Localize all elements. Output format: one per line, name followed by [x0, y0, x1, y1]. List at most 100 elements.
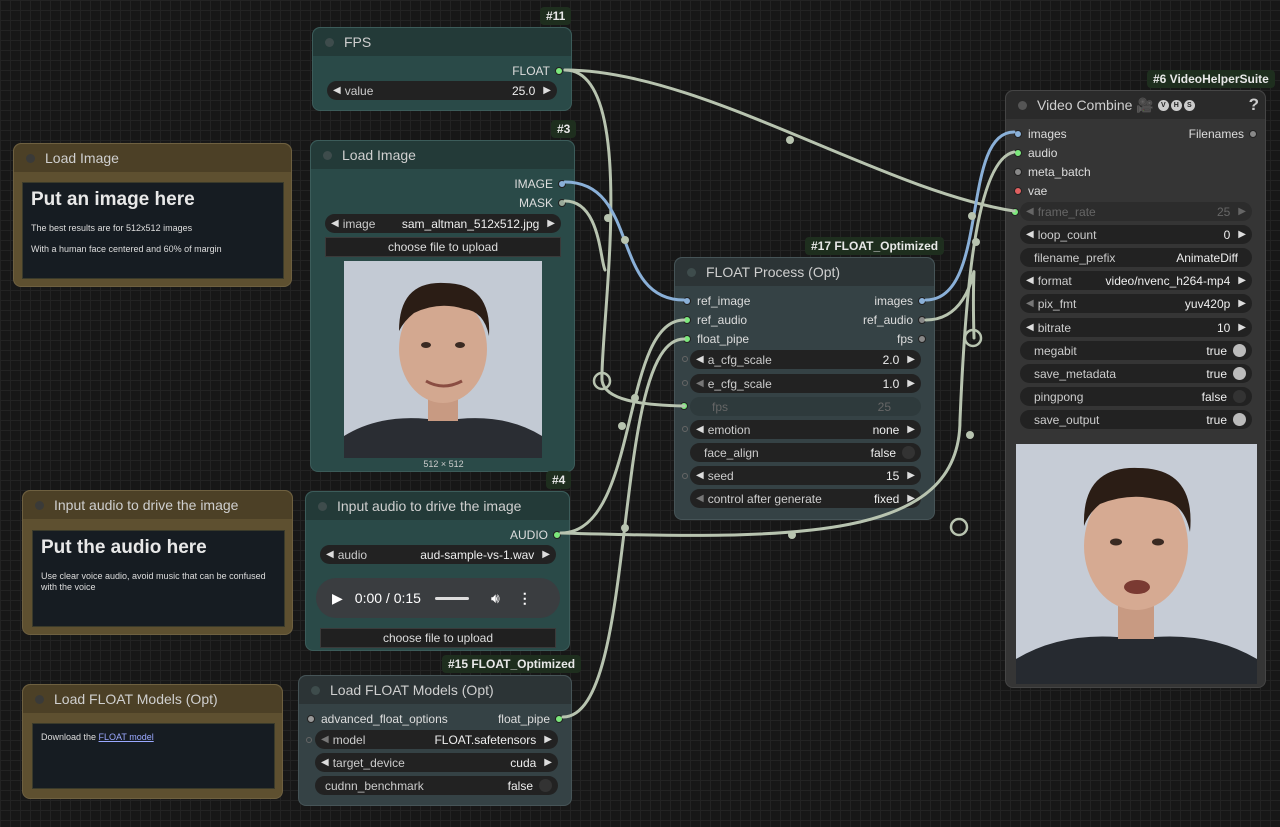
collapse-dot-icon[interactable] [26, 153, 35, 163]
input-images[interactable]: images [1014, 127, 1067, 141]
upload-button[interactable]: choose file to upload [320, 628, 556, 648]
collapse-dot-icon[interactable] [35, 694, 44, 704]
load-image-node[interactable]: Load Image IMAGE MASK ◀ image sam_altman… [310, 140, 575, 472]
input-audio-node[interactable]: Input audio to drive the image AUDIO ◀ a… [305, 491, 570, 651]
node-header[interactable]: Input audio to drive the image [23, 491, 292, 519]
audio-player[interactable]: ▶ 0:00 / 0:15 🔊︎ ⋮ [316, 578, 560, 618]
collapse-dot-icon[interactable] [1018, 100, 1027, 110]
arrow-left-icon[interactable]: ◀ [696, 493, 704, 504]
arrow-right-icon[interactable]: ▶ [543, 85, 551, 96]
bitrate-widget[interactable]: ◀ bitrate 10 ▶ [1020, 318, 1252, 337]
face-align-toggle[interactable]: face_align false [690, 443, 921, 462]
input-audio[interactable]: audio [1014, 146, 1057, 160]
arrow-right-icon[interactable]: ▶ [544, 734, 552, 745]
socket-icon[interactable] [918, 335, 926, 343]
output-audio[interactable]: AUDIO [510, 528, 561, 542]
help-icon[interactable]: ? [1249, 95, 1259, 115]
socket-icon[interactable] [1014, 187, 1022, 195]
arrow-left-icon[interactable]: ◀ [326, 549, 334, 560]
arrow-left-icon[interactable]: ◀ [333, 85, 341, 96]
node-header[interactable]: Load Image [14, 144, 291, 172]
toggle-knob-icon[interactable] [1233, 344, 1246, 357]
output-fps[interactable]: fps [897, 332, 926, 346]
arrow-right-icon[interactable]: ▶ [544, 757, 552, 768]
toggle-knob-icon[interactable] [902, 446, 915, 459]
collapse-dot-icon[interactable] [311, 685, 320, 695]
video-preview[interactable] [1016, 444, 1257, 684]
collapse-dot-icon[interactable] [687, 267, 696, 277]
model-widget[interactable]: ◀ model FLOAT.safetensors ▶ [315, 730, 558, 749]
upload-button[interactable]: choose file to upload [325, 237, 561, 257]
pingpong-toggle[interactable]: pingpong false [1020, 387, 1252, 406]
arrow-left-icon[interactable]: ◀ [696, 354, 704, 365]
control-after-generate-widget[interactable]: ◀ control after generate fixed ▶ [690, 489, 921, 508]
save-output-toggle[interactable]: save_output true [1020, 410, 1252, 429]
output-mask[interactable]: MASK [519, 196, 566, 210]
socket-icon[interactable] [558, 180, 566, 188]
toggle-knob-icon[interactable] [1233, 390, 1246, 403]
arrow-right-icon[interactable]: ▶ [1238, 298, 1246, 309]
socket-icon[interactable] [1249, 130, 1257, 138]
collapse-dot-icon[interactable] [323, 150, 332, 160]
input-vae[interactable]: vae [1014, 184, 1047, 198]
node-header[interactable]: Load Image [311, 141, 574, 169]
image-widget[interactable]: ◀ image sam_altman_512x512.jpg ▶ [325, 214, 561, 233]
value-widget[interactable]: ◀ value 25.0 ▶ [327, 81, 557, 100]
input-ref-image[interactable]: ref_image [683, 294, 750, 308]
arrow-right-icon[interactable]: ▶ [907, 493, 915, 504]
float-process-node[interactable]: FLOAT Process (Opt) ref_image ref_audio … [674, 257, 935, 520]
toggle-knob-icon[interactable] [1233, 413, 1246, 426]
socket-icon[interactable] [683, 316, 691, 324]
output-image[interactable]: IMAGE [514, 177, 566, 191]
video-combine-node[interactable]: Video Combine 🎥 V H S ? images audio met… [1005, 90, 1266, 688]
arrow-left-icon[interactable]: ◀ [696, 424, 704, 435]
socket-icon[interactable] [558, 199, 566, 207]
audio-widget[interactable]: ◀ audio aud-sample-vs-1.wav ▶ [320, 545, 556, 564]
format-widget[interactable]: ◀ format video/nvenc_h264-mp4 ▶ [1020, 271, 1252, 290]
target-device-widget[interactable]: ◀ target_device cuda ▶ [315, 753, 558, 772]
volume-icon[interactable]: 🔊︎ [491, 590, 500, 607]
socket-icon[interactable] [555, 715, 563, 723]
arrow-right-icon[interactable]: ▶ [907, 424, 915, 435]
node-header[interactable]: FLOAT Process (Opt) [675, 258, 934, 286]
loop-count-widget[interactable]: ◀ loop_count 0 ▶ [1020, 225, 1252, 244]
note-load-models[interactable]: Load FLOAT Models (Opt) Download the FLO… [22, 684, 283, 799]
socket-icon[interactable] [918, 297, 926, 305]
a-cfg-scale-widget[interactable]: ◀ a_cfg_scale 2.0 ▶ [690, 350, 921, 369]
output-ref-audio[interactable]: ref_audio [863, 313, 926, 327]
float-model-link[interactable]: FLOAT model [99, 732, 154, 742]
socket-icon[interactable] [1014, 149, 1022, 157]
note-input-audio[interactable]: Input audio to drive the image Put the a… [22, 490, 293, 635]
node-header[interactable]: FPS [313, 28, 571, 56]
arrow-right-icon[interactable]: ▶ [1238, 322, 1246, 333]
arrow-right-icon[interactable]: ▶ [907, 354, 915, 365]
megabit-toggle[interactable]: megabit true [1020, 341, 1252, 360]
arrow-right-icon[interactable]: ▶ [547, 218, 555, 229]
progress-track[interactable] [434, 596, 469, 600]
collapse-dot-icon[interactable] [35, 500, 44, 510]
node-header[interactable]: Video Combine 🎥 V H S ? [1006, 91, 1265, 119]
play-icon[interactable]: ▶ [332, 590, 343, 607]
socket-icon[interactable] [1011, 208, 1019, 216]
emotion-widget[interactable]: ◀ emotion none ▶ [690, 420, 921, 439]
more-options-icon[interactable]: ⋮ [518, 590, 532, 607]
output-float[interactable]: FLOAT [512, 64, 563, 78]
arrow-left-icon[interactable]: ◀ [1026, 275, 1034, 286]
arrow-right-icon[interactable]: ▶ [907, 470, 915, 481]
input-float-pipe[interactable]: float_pipe [683, 332, 749, 346]
socket-icon[interactable] [683, 297, 691, 305]
arrow-left-icon[interactable]: ◀ [321, 757, 329, 768]
node-header[interactable]: Load FLOAT Models (Opt) [23, 685, 282, 713]
input-meta-batch[interactable]: meta_batch [1014, 165, 1091, 179]
node-header[interactable]: Input audio to drive the image [306, 492, 569, 520]
filename-prefix-input[interactable]: filename_prefix AnimateDiff [1020, 248, 1252, 267]
arrow-right-icon[interactable]: ▶ [907, 378, 915, 389]
pix-fmt-widget[interactable]: ◀ pix_fmt yuv420p ▶ [1020, 294, 1252, 313]
arrow-right-icon[interactable]: ▶ [1238, 229, 1246, 240]
fps-node[interactable]: FPS FLOAT ◀ value 25.0 ▶ [312, 27, 572, 111]
socket-icon[interactable] [918, 316, 926, 324]
arrow-left-icon[interactable]: ◀ [1026, 298, 1034, 309]
arrow-left-icon[interactable]: ◀ [696, 470, 704, 481]
arrow-right-icon[interactable]: ▶ [542, 549, 550, 560]
load-float-models-node[interactable]: Load FLOAT Models (Opt) advanced_float_o… [298, 675, 572, 806]
